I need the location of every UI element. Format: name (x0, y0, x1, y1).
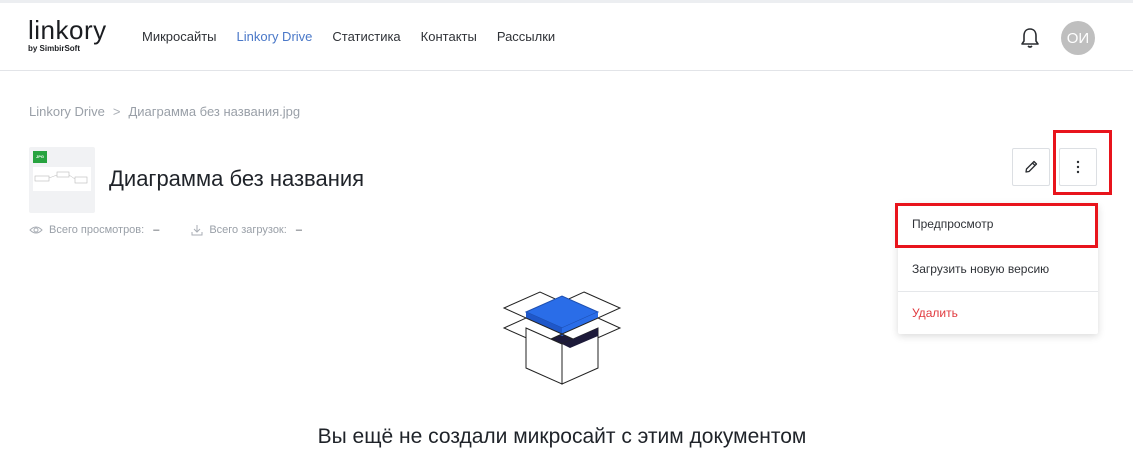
downloads-label: Всего загрузок: (209, 224, 287, 236)
views-stat: Всего просмотров: – (29, 224, 159, 236)
downloads-stat: Всего загрузок: – (191, 224, 302, 236)
views-label: Всего просмотров: (49, 224, 145, 236)
eye-icon (29, 226, 43, 234)
breadcrumb-separator: > (112, 104, 121, 119)
logo-subtext: by SimbirSoft (28, 44, 81, 53)
edit-button[interactable] (1012, 148, 1050, 186)
header: linkory by SimbirSoft Микросайты Linkory… (0, 3, 1133, 71)
highlight-more-button (1053, 130, 1112, 195)
empty-box-icon (502, 291, 622, 385)
avatar[interactable]: ОИ (1061, 21, 1095, 55)
empty-state-message: Вы ещё не создали микросайт с этим докум… (317, 425, 807, 448)
download-icon (191, 225, 203, 236)
breadcrumb-root[interactable]: Linkory Drive (29, 104, 105, 119)
thumbnail-preview (33, 167, 91, 191)
nav-item-microsites[interactable]: Микросайты (142, 29, 217, 44)
menu-item-upload-new-version[interactable]: Загрузить новую версию (912, 262, 1049, 276)
file-type-badge: JPG (33, 151, 47, 163)
highlight-preview-item (895, 203, 1098, 248)
breadcrumb-current: Диаграмма без названия.jpg (128, 104, 301, 119)
bell-icon[interactable] (1020, 27, 1040, 49)
file-thumbnail: JPG (29, 147, 95, 213)
downloads-value: – (295, 224, 302, 236)
nav-item-mailings[interactable]: Рассылки (497, 29, 555, 44)
menu-item-delete[interactable]: Удалить (912, 306, 958, 320)
pencil-icon (1025, 160, 1038, 173)
breadcrumb: Linkory Drive > Диаграмма без названия.j… (29, 104, 300, 119)
logo[interactable]: linkory by SimbirSoft (28, 17, 107, 54)
thumbnail-diagram-icon (34, 171, 88, 184)
nav-item-contacts[interactable]: Контакты (421, 29, 477, 44)
nav-item-statistics[interactable]: Статистика (332, 29, 400, 44)
menu-divider (898, 291, 1098, 292)
views-value: – (153, 224, 160, 236)
nav-item-linkory-drive[interactable]: Linkory Drive (237, 29, 313, 44)
page-title: Диаграмма без названия (109, 166, 365, 191)
logo-text: linkory (28, 15, 107, 45)
file-stats: Всего просмотров: – Всего загрузок: – (29, 224, 302, 236)
main-nav: Микросайты Linkory Drive Статистика Конт… (142, 3, 555, 70)
